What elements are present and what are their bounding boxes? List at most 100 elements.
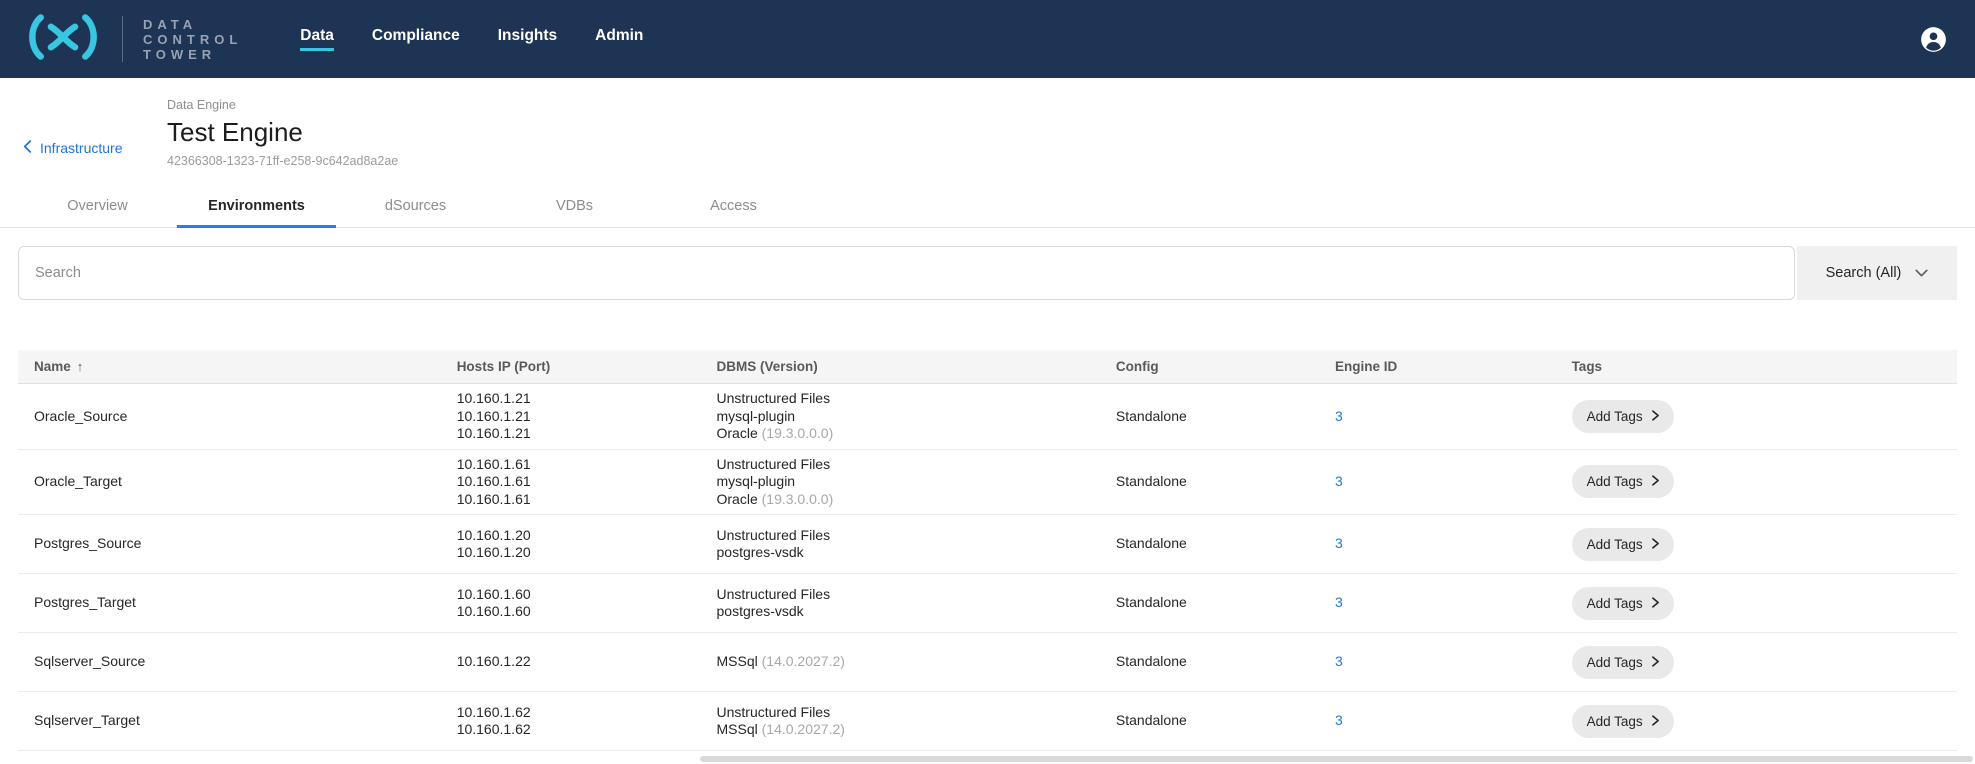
tab-dsources[interactable]: dSources bbox=[336, 186, 495, 228]
engine-id-link[interactable]: 3 bbox=[1335, 535, 1343, 551]
engine-id-link[interactable]: 3 bbox=[1335, 408, 1343, 424]
table-row: Postgres_Source10.160.1.2010.160.1.20Uns… bbox=[18, 515, 1957, 574]
cell-engine-id: 3 bbox=[1319, 647, 1556, 677]
wordmark-line: CONTROL bbox=[143, 32, 242, 47]
nav-item-admin[interactable]: Admin bbox=[595, 27, 643, 51]
column-header-hosts[interactable]: Hosts IP (Port) bbox=[441, 352, 701, 382]
tab-vdbs[interactable]: VDBs bbox=[495, 186, 654, 228]
column-header-engine-id[interactable]: Engine ID bbox=[1319, 352, 1556, 382]
dbms-version: (14.0.2027.2) bbox=[762, 653, 845, 669]
dbms-entry: Unstructured Files bbox=[717, 527, 1084, 545]
add-tags-label: Add Tags bbox=[1587, 596, 1643, 611]
column-header-config[interactable]: Config bbox=[1100, 352, 1319, 382]
chevron-right-icon bbox=[1652, 409, 1659, 424]
search-input[interactable] bbox=[18, 246, 1795, 300]
cell-hosts: 10.160.1.2010.160.1.20 bbox=[441, 521, 701, 568]
cell-name: Postgres_Target bbox=[18, 588, 441, 618]
nav-item-compliance[interactable]: Compliance bbox=[372, 27, 460, 51]
sort-asc-icon: ↑ bbox=[77, 359, 84, 374]
cell-name: Oracle_Source bbox=[18, 402, 441, 432]
add-tags-label: Add Tags bbox=[1587, 474, 1643, 489]
chevron-down-icon bbox=[1915, 265, 1928, 281]
add-tags-button[interactable]: Add Tags bbox=[1572, 705, 1674, 738]
horizontal-scrollbar[interactable] bbox=[700, 756, 1973, 762]
engine-id-link[interactable]: 3 bbox=[1335, 712, 1343, 728]
back-link-label: Infrastructure bbox=[40, 140, 122, 156]
cell-name: Oracle_Target bbox=[18, 467, 441, 497]
chevron-right-icon bbox=[1652, 474, 1659, 489]
add-tags-button[interactable]: Add Tags bbox=[1572, 465, 1674, 498]
logo-divider bbox=[122, 16, 123, 62]
wordmark-line: TOWER bbox=[143, 47, 242, 62]
cell-name: Sqlserver_Source bbox=[18, 647, 441, 677]
dbms-entry: mysql-plugin bbox=[717, 473, 1084, 491]
dbms-entry: postgres-vsdk bbox=[717, 544, 1084, 562]
cell-config: Standalone bbox=[1100, 529, 1319, 559]
host-ip: 10.160.1.61 bbox=[457, 491, 685, 509]
cell-dbms: Unstructured Filesmysql-pluginOracle (19… bbox=[701, 384, 1100, 449]
add-tags-label: Add Tags bbox=[1587, 537, 1643, 552]
dbms-entry: MSSql (14.0.2027.2) bbox=[717, 653, 1084, 671]
nav-item-insights[interactable]: Insights bbox=[498, 27, 557, 51]
cell-engine-id: 3 bbox=[1319, 402, 1556, 432]
table-body: Oracle_Source10.160.1.2110.160.1.2110.16… bbox=[18, 384, 1957, 751]
tab-access[interactable]: Access bbox=[654, 186, 813, 228]
cell-tags: Add Tags bbox=[1556, 459, 1957, 504]
cell-dbms: Unstructured Filesmysql-pluginOracle (19… bbox=[701, 450, 1100, 515]
search-scope-label: Search (All) bbox=[1826, 265, 1902, 281]
engine-id-link[interactable]: 3 bbox=[1335, 594, 1343, 610]
host-ip: 10.160.1.62 bbox=[457, 704, 685, 722]
cell-hosts: 10.160.1.6210.160.1.62 bbox=[441, 698, 701, 745]
add-tags-button[interactable]: Add Tags bbox=[1572, 646, 1674, 679]
dbms-entry: Unstructured Files bbox=[717, 586, 1084, 604]
tabs: OverviewEnvironmentsdSourcesVDBsAccess bbox=[18, 186, 813, 227]
cell-hosts: 10.160.1.2110.160.1.2110.160.1.21 bbox=[441, 384, 701, 449]
dbms-entry: Unstructured Files bbox=[717, 704, 1084, 722]
user-avatar-icon[interactable] bbox=[1920, 26, 1947, 53]
cell-name: Sqlserver_Target bbox=[18, 706, 441, 736]
dct-logo-icon bbox=[24, 11, 102, 68]
dbms-entry: MSSql (14.0.2027.2) bbox=[717, 721, 1084, 739]
host-ip: 10.160.1.62 bbox=[457, 721, 685, 739]
tab-overview[interactable]: Overview bbox=[18, 186, 177, 228]
host-ip: 10.160.1.20 bbox=[457, 544, 685, 562]
title-block: Data Engine Test Engine 42366308-1323-71… bbox=[167, 98, 398, 168]
cell-dbms: MSSql (14.0.2027.2) bbox=[701, 647, 1100, 677]
column-header-tags[interactable]: Tags bbox=[1556, 352, 1957, 382]
dbms-entry: Unstructured Files bbox=[717, 456, 1084, 474]
column-header-dbms[interactable]: DBMS (Version) bbox=[701, 352, 1100, 382]
cell-engine-id: 3 bbox=[1319, 467, 1556, 497]
cell-hosts: 10.160.1.6110.160.1.6110.160.1.61 bbox=[441, 450, 701, 515]
column-header-label: Name bbox=[34, 359, 71, 374]
tabs-bar: OverviewEnvironmentsdSourcesVDBsAccess bbox=[0, 186, 1975, 228]
table-header-row: Name ↑ Hosts IP (Port) DBMS (Version) Con… bbox=[18, 350, 1957, 384]
add-tags-button[interactable]: Add Tags bbox=[1572, 528, 1674, 561]
nav-item-data[interactable]: Data bbox=[300, 27, 334, 51]
table-row: Oracle_Source10.160.1.2110.160.1.2110.16… bbox=[18, 384, 1957, 450]
page-kicker: Data Engine bbox=[167, 98, 398, 112]
cell-config: Standalone bbox=[1100, 588, 1319, 618]
add-tags-button[interactable]: Add Tags bbox=[1572, 587, 1674, 620]
back-link-infrastructure[interactable]: Infrastructure bbox=[23, 140, 122, 156]
search-scope-dropdown[interactable]: Search (All) bbox=[1797, 246, 1957, 300]
dbms-version: (14.0.2027.2) bbox=[762, 721, 845, 737]
cell-hosts: 10.160.1.22 bbox=[441, 647, 701, 677]
cell-config: Standalone bbox=[1100, 467, 1319, 497]
engine-id-link[interactable]: 3 bbox=[1335, 653, 1343, 669]
page-header: Infrastructure Data Engine Test Engine 4… bbox=[0, 78, 1975, 168]
add-tags-button[interactable]: Add Tags bbox=[1572, 400, 1674, 433]
cell-tags: Add Tags bbox=[1556, 581, 1957, 626]
breadcrumb: Infrastructure bbox=[23, 98, 167, 168]
column-header-name[interactable]: Name ↑ bbox=[18, 352, 441, 382]
chevron-right-icon bbox=[1652, 714, 1659, 729]
add-tags-label: Add Tags bbox=[1587, 655, 1643, 670]
top-bar: DATA CONTROL TOWER DataComplianceInsight… bbox=[0, 0, 1975, 78]
tab-environments[interactable]: Environments bbox=[177, 186, 336, 228]
engine-id-link[interactable]: 3 bbox=[1335, 473, 1343, 489]
cell-config: Standalone bbox=[1100, 706, 1319, 736]
table-row: Sqlserver_Source10.160.1.22 MSSql (14.0.2… bbox=[18, 633, 1957, 692]
dbms-version: (19.3.0.0.0) bbox=[762, 491, 834, 507]
dbms-entry: mysql-plugin bbox=[717, 408, 1084, 426]
chevron-right-icon bbox=[1652, 655, 1659, 670]
cell-engine-id: 3 bbox=[1319, 529, 1556, 559]
